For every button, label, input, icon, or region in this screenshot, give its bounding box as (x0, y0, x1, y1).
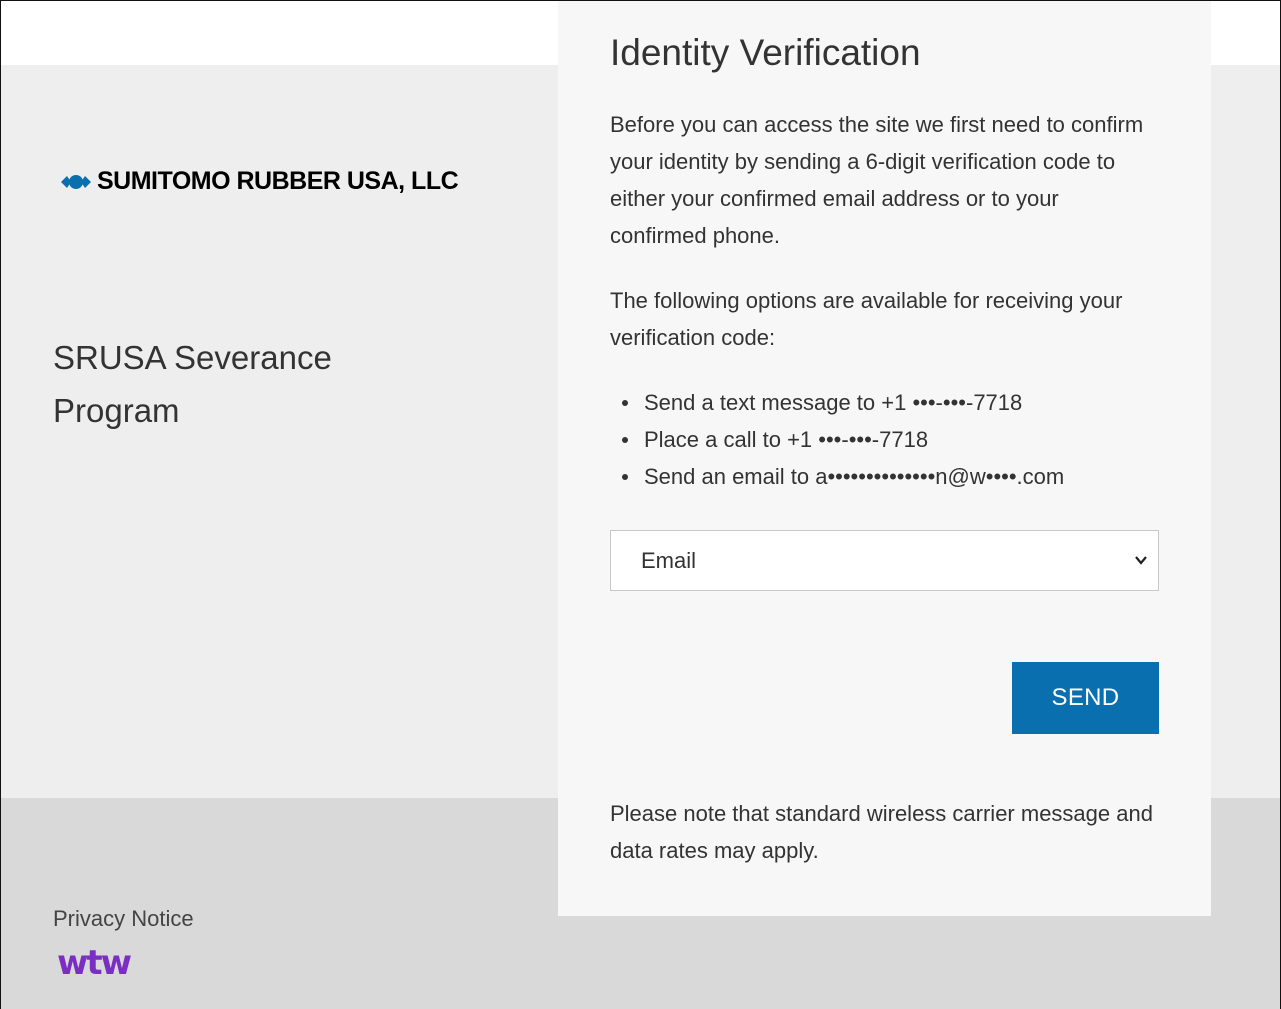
verification-options-list: Send a text message to +1 •••-•••-7718 P… (610, 384, 1159, 495)
verification-method-select[interactable]: Email (610, 530, 1159, 592)
verification-card: Identity Verification Before you can acc… (558, 1, 1211, 916)
list-item: Place a call to +1 •••-•••-7718 (622, 421, 1159, 458)
program-title: SRUSA Severance Program (53, 339, 332, 429)
page: SUMITOMO RUBBER USA, LLC SRUSA Severance… (0, 0, 1281, 1009)
page-title: Identity Verification (610, 32, 921, 73)
sumitomo-logo-icon (61, 174, 91, 189)
send-button[interactable]: SEND (1012, 662, 1159, 735)
list-item: Send a text message to +1 •••-•••-7718 (622, 384, 1159, 421)
chevron-down-icon (1135, 556, 1147, 566)
privacy-notice-link[interactable]: Privacy Notice (53, 906, 194, 932)
carrier-rates-note: Please note that standard wireless carri… (610, 801, 1153, 864)
selected-method: Email (641, 548, 697, 574)
wtw-logo: wtw (57, 943, 132, 983)
list-item: Send an email to a••••••••••••••n@w••••.… (622, 458, 1159, 495)
company-name: SUMITOMO RUBBER USA, LLC (97, 167, 459, 195)
send-row: SEND (610, 662, 1159, 735)
company-logo: SUMITOMO RUBBER USA, LLC (61, 167, 459, 196)
options-intro-text: The following options are available for … (610, 288, 1123, 351)
intro-text: Before you can access the site we first … (610, 112, 1144, 249)
